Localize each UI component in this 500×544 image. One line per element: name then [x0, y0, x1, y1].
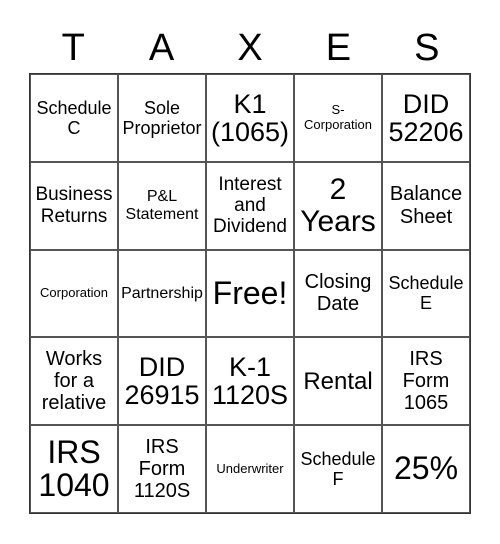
bingo-cell[interactable]: IRS Form 1065 — [382, 337, 470, 426]
header-letter-a: A — [148, 27, 175, 69]
bingo-cell[interactable]: 25% — [382, 425, 470, 513]
bingo-cell[interactable]: Business Returns — [30, 161, 118, 250]
header-letter-s: S — [414, 27, 440, 69]
bingo-cell[interactable]: Rental — [294, 337, 382, 426]
bingo-cell[interactable]: DID 26915 — [118, 337, 206, 426]
bingo-cell[interactable]: Interest and Dividend — [206, 161, 294, 250]
bingo-cell[interactable]: P&L Statement — [118, 161, 206, 250]
header-letter-e: E — [325, 27, 352, 69]
bingo-cell[interactable]: Schedule E — [382, 249, 470, 338]
bingo-cell[interactable]: K1 (1065) — [206, 74, 294, 162]
bingo-cell[interactable]: 2 Years — [294, 161, 382, 250]
bingo-cell[interactable]: Corporation — [30, 249, 118, 338]
bingo-cell[interactable]: DID 52206 — [382, 74, 470, 162]
bingo-cell[interactable]: Schedule F — [294, 425, 382, 513]
bingo-cell[interactable]: S- Corporation — [294, 74, 382, 162]
bingo-cell[interactable]: Balance Sheet — [382, 161, 470, 250]
bingo-cell[interactable]: K-1 1120S — [206, 337, 294, 426]
bingo-cell[interactable]: Works for a relative — [30, 337, 118, 426]
bingo-board: Schedule C Sole Proprietor K1 (1065) S- … — [29, 73, 471, 514]
bingo-cell[interactable]: Schedule C — [30, 74, 118, 162]
bingo-cell[interactable]: Sole Proprietor — [118, 74, 206, 162]
free-space[interactable]: Free! — [206, 249, 294, 338]
header-letter-t: T — [61, 27, 85, 69]
bingo-header: T A X E S — [29, 24, 471, 72]
bingo-cell[interactable]: IRS 1040 — [30, 425, 118, 513]
bingo-cell[interactable]: IRS Form 1120S — [118, 425, 206, 513]
header-letter-x: X — [237, 27, 263, 69]
bingo-cell[interactable]: Closing Date — [294, 249, 382, 338]
bingo-cell[interactable]: Underwriter — [206, 425, 294, 513]
bingo-cell[interactable]: Partnership — [118, 249, 206, 338]
